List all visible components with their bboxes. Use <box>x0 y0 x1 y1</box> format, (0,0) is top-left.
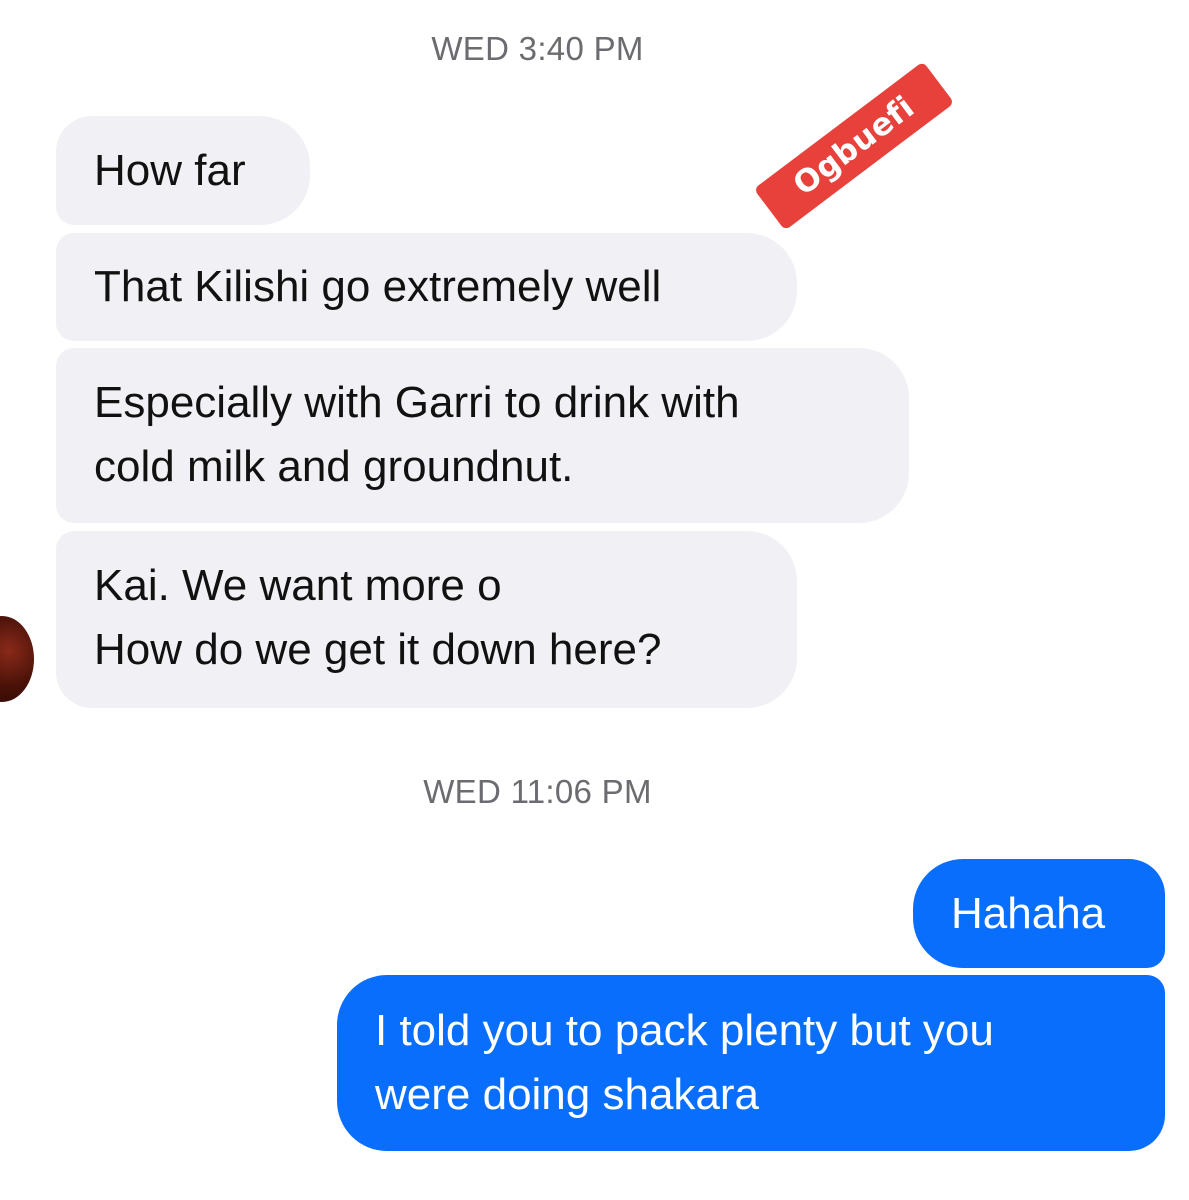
watermark-text: Ogbuefi <box>786 89 922 203</box>
incoming-message[interactable]: Especially with Garri to drink with cold… <box>56 348 909 523</box>
outgoing-message[interactable]: Hahaha <box>913 859 1165 968</box>
incoming-message[interactable]: Kai. We want more o How do we get it dow… <box>56 531 797 708</box>
timestamp: WED 3:40 PM <box>431 30 644 67</box>
timestamp: WED 11:06 PM <box>423 773 652 810</box>
outgoing-message[interactable]: I told you to pack plenty but you were d… <box>337 975 1165 1151</box>
sender-avatar[interactable] <box>0 616 34 702</box>
watermark-sticker: Ogbuefi <box>753 61 955 231</box>
incoming-message[interactable]: That Kilishi go extremely well <box>56 233 797 341</box>
incoming-message[interactable]: How far <box>56 116 310 225</box>
